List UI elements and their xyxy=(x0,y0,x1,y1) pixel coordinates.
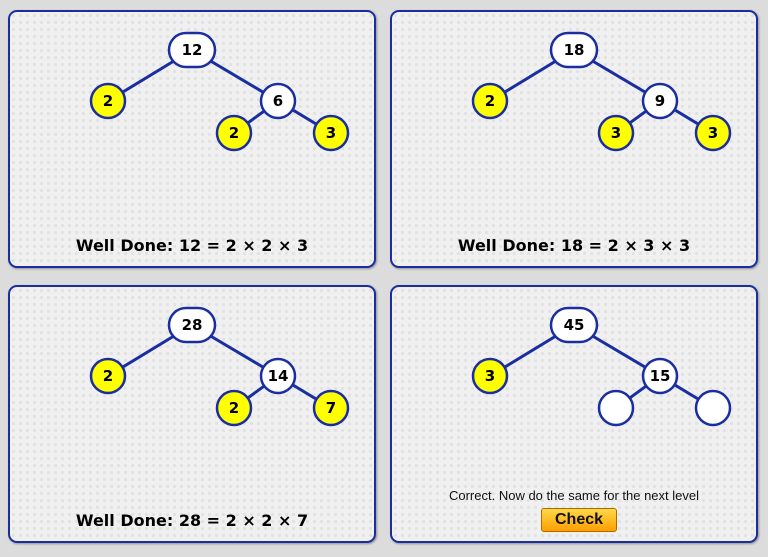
factor-tree-diagram: 12 2 6 2 3 xyxy=(89,31,350,152)
right-factor-node: 6 xyxy=(259,82,297,120)
leaf-factor-value: 2 xyxy=(229,399,239,417)
leaf-factor-node: 3 xyxy=(694,114,732,152)
root-node: 12 xyxy=(167,31,217,69)
left-factor-node: 2 xyxy=(89,82,127,120)
right-factor-node: 15 xyxy=(641,357,679,395)
root-node-value: 18 xyxy=(564,41,585,59)
leaf-factor-value: 3 xyxy=(708,124,718,142)
left-factor-value: 2 xyxy=(103,367,113,385)
factor-tree-panel-45: 45 3 15 Correct. Now do the same for the… xyxy=(390,285,758,543)
factor-tree-panel-28: 28 2 14 2 7 Well Done: 28 = 2 × 2 × 7 xyxy=(8,285,376,543)
leaf-factor-value: 7 xyxy=(326,399,336,417)
root-node: 45 xyxy=(549,306,599,344)
left-factor-node: 2 xyxy=(471,82,509,120)
root-node-value: 45 xyxy=(564,316,585,334)
factor-tree-panel-12: 12 2 6 2 3 Well Done: 12 = 2 × 2 × 3 xyxy=(8,10,376,268)
leaf-factor-value: 3 xyxy=(326,124,336,142)
factor-tree-diagram: 45 3 15 xyxy=(471,306,732,427)
right-factor-node: 9 xyxy=(641,82,679,120)
right-factor-value: 15 xyxy=(650,367,671,385)
root-node-value: 28 xyxy=(182,316,203,334)
leaf-factor-value: 3 xyxy=(611,124,621,142)
right-factor-value: 14 xyxy=(268,367,289,385)
root-node-value: 12 xyxy=(182,41,203,59)
result-text: Well Done: 18 = 2 × 3 × 3 xyxy=(457,236,691,255)
right-factor-value: 9 xyxy=(655,92,665,110)
root-node: 18 xyxy=(549,31,599,69)
feedback-message: Correct. Now do the same for the next le… xyxy=(448,488,699,503)
leaf-factor-node: 7 xyxy=(312,389,350,427)
factor-tree-diagram: 18 2 9 3 3 xyxy=(471,31,732,152)
leaf-factor-value: 2 xyxy=(229,124,239,142)
left-factor-node: 2 xyxy=(89,357,127,395)
leaf-factor-node: 3 xyxy=(312,114,350,152)
result-text: Well Done: 12 = 2 × 2 × 3 xyxy=(75,236,309,255)
left-factor-value: 2 xyxy=(103,92,113,110)
right-factor-value: 6 xyxy=(273,92,283,110)
leaf-factor-node: 3 xyxy=(597,114,635,152)
check-button[interactable]: Check xyxy=(541,508,617,532)
left-factor-node: 3 xyxy=(471,357,509,395)
right-factor-node: 14 xyxy=(259,357,297,395)
factor-tree-panel-18: 18 2 9 3 3 Well Done: 18 = 2 × 3 × 3 xyxy=(390,10,758,268)
result-text: Well Done: 28 = 2 × 2 × 7 xyxy=(75,511,309,530)
leaf-factor-node: 2 xyxy=(215,389,253,427)
empty-factor-input-left[interactable] xyxy=(597,389,635,427)
factor-tree-diagram: 28 2 14 2 7 xyxy=(89,306,350,427)
root-node: 28 xyxy=(167,306,217,344)
empty-factor-input-right[interactable] xyxy=(694,389,732,427)
left-factor-value: 3 xyxy=(485,367,495,385)
leaf-factor-node: 2 xyxy=(215,114,253,152)
left-factor-value: 2 xyxy=(485,92,495,110)
